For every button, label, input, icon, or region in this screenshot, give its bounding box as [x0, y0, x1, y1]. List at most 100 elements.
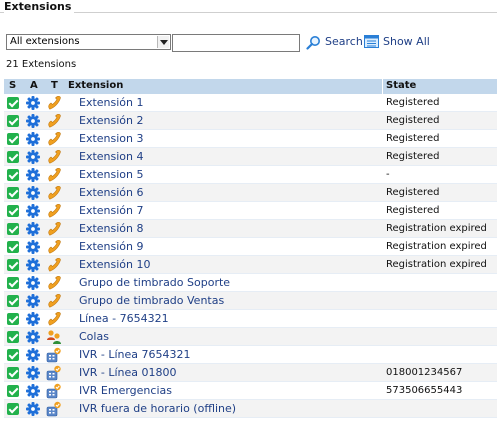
extension-name-link[interactable]: IVR Emergencias [79, 382, 172, 399]
phone-handset-icon [46, 275, 62, 291]
status-check-icon[interactable] [7, 295, 19, 307]
extension-state: Registered [386, 205, 440, 216]
table-row: Línea - 7654321 [4, 310, 497, 328]
extension-name-link[interactable]: Extensión 6 [79, 184, 144, 201]
table-row: IVR Emergencias 573506655443 [4, 382, 497, 400]
table-row: Extensión 6 Registered [4, 184, 497, 202]
settings-gear-icon[interactable] [26, 240, 40, 254]
settings-gear-icon[interactable] [26, 204, 40, 218]
extension-state: Registration expired [386, 259, 487, 270]
extension-state: Registration expired [386, 241, 487, 252]
settings-gear-icon[interactable] [26, 312, 40, 326]
status-check-icon[interactable] [7, 259, 19, 271]
settings-gear-icon[interactable] [26, 366, 40, 380]
phone-handset-icon [46, 203, 62, 219]
status-check-icon[interactable] [7, 367, 19, 379]
phone-handset-icon [46, 221, 62, 237]
extension-state: 018001234567 [386, 367, 463, 378]
extension-state: Registered [386, 133, 440, 144]
settings-gear-icon[interactable] [26, 348, 40, 362]
table-row: Extensión 1 Registered [4, 94, 497, 112]
phone-handset-icon [46, 149, 62, 165]
extensions-count: 21 Extensions [6, 59, 77, 70]
status-check-icon[interactable] [7, 331, 19, 343]
column-header-s[interactable]: S [9, 80, 16, 91]
phone-handset-icon [46, 257, 62, 273]
extension-name-link[interactable]: IVR fuera de horario (offline) [79, 400, 236, 417]
status-check-icon[interactable] [7, 205, 19, 217]
phone-handset-icon [46, 95, 62, 111]
extension-state: Registered [386, 187, 440, 198]
status-check-icon[interactable] [7, 277, 19, 289]
status-check-icon[interactable] [7, 313, 19, 325]
extension-name-link[interactable]: IVR - Línea 7654321 [79, 346, 191, 363]
extension-name-link[interactable]: Extension 5 [79, 166, 144, 183]
extension-name-link[interactable]: IVR - Línea 01800 [79, 364, 177, 381]
extension-name-link[interactable]: Extensión 9 [79, 238, 144, 255]
column-header-a[interactable]: A [30, 80, 38, 91]
phone-handset-icon [46, 167, 62, 183]
status-check-icon[interactable] [7, 349, 19, 361]
status-check-icon[interactable] [7, 133, 19, 145]
table-row: IVR fuera de horario (offline) [4, 400, 497, 418]
status-check-icon[interactable] [7, 223, 19, 235]
search-label: Search [325, 35, 363, 48]
status-check-icon[interactable] [7, 169, 19, 181]
table-header: S A T Extension State [4, 79, 497, 94]
table-row: Extensión 7 Registered [4, 202, 497, 220]
extension-name-link[interactable]: Extensión 1 [79, 94, 144, 111]
phone-handset-icon [46, 311, 62, 327]
extension-name-link[interactable]: Grupo de timbrado Ventas [79, 292, 224, 309]
ivr-phone-icon [46, 347, 62, 363]
settings-gear-icon[interactable] [26, 330, 40, 344]
column-header-t[interactable]: T [51, 80, 58, 91]
phone-handset-icon [46, 113, 62, 129]
settings-gear-icon[interactable] [26, 150, 40, 164]
extension-state: 573506655443 [386, 385, 463, 396]
settings-gear-icon[interactable] [26, 276, 40, 290]
column-header-extension[interactable]: Extension [68, 80, 123, 91]
extension-name-link[interactable]: Grupo de timbrado Soporte [79, 274, 230, 291]
status-check-icon[interactable] [7, 97, 19, 109]
extension-name-link[interactable]: Extension 3 [79, 130, 144, 147]
search-input[interactable] [172, 34, 300, 52]
status-check-icon[interactable] [7, 115, 19, 127]
phone-handset-icon [46, 293, 62, 309]
status-check-icon[interactable] [7, 385, 19, 397]
extension-name-link[interactable]: Extensión 10 [79, 256, 151, 273]
table-row: Extensión 2 Registered [4, 112, 497, 130]
extensions-table: S A T Extension State Extensión 1 Regist… [4, 79, 497, 418]
extension-state: Registration expired [386, 223, 487, 234]
settings-gear-icon[interactable] [26, 96, 40, 110]
column-header-state[interactable]: State [386, 80, 416, 91]
table-row: IVR - Línea 7654321 [4, 346, 497, 364]
extension-state: - [386, 169, 390, 180]
table-row: Extension 5 - [4, 166, 497, 184]
table-row: IVR - Línea 01800 018001234567 [4, 364, 497, 382]
chevron-down-icon[interactable] [157, 36, 169, 48]
settings-gear-icon[interactable] [26, 132, 40, 146]
extension-name-link[interactable]: Extensión 2 [79, 112, 144, 129]
settings-gear-icon[interactable] [26, 294, 40, 308]
settings-gear-icon[interactable] [26, 114, 40, 128]
section-divider [0, 12, 497, 13]
settings-gear-icon[interactable] [26, 258, 40, 272]
extension-name-link[interactable]: Extension 4 [79, 148, 144, 165]
extension-name-link[interactable]: Extensión 7 [79, 202, 144, 219]
settings-gear-icon[interactable] [26, 384, 40, 398]
extension-name-link[interactable]: Colas [79, 328, 109, 345]
status-check-icon[interactable] [7, 151, 19, 163]
extension-filter-select[interactable]: All extensions [6, 34, 171, 50]
status-check-icon[interactable] [7, 187, 19, 199]
settings-gear-icon[interactable] [26, 186, 40, 200]
settings-gear-icon[interactable] [26, 168, 40, 182]
status-check-icon[interactable] [7, 241, 19, 253]
status-check-icon[interactable] [7, 403, 19, 415]
magnifier-icon [306, 36, 320, 50]
settings-gear-icon[interactable] [26, 222, 40, 236]
extension-name-link[interactable]: Extensión 8 [79, 220, 144, 237]
table-body: Extensión 1 Registered Extensión 2 Regis… [4, 94, 497, 418]
settings-gear-icon[interactable] [26, 402, 40, 416]
extension-name-link[interactable]: Línea - 7654321 [79, 310, 169, 327]
extension-state: Registered [386, 151, 440, 162]
